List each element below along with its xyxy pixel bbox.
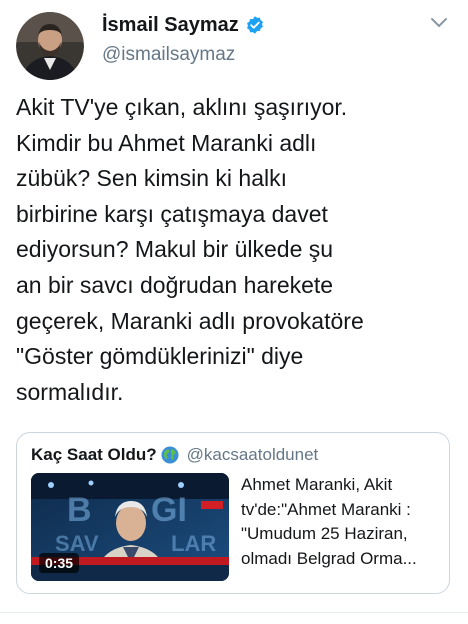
tweet-text-line: zübük? Sen kimsin ki halkı [16, 165, 288, 192]
author-info: İsmail Saymaz @ismailsaymaz [102, 12, 428, 66]
globe-icon [161, 446, 179, 464]
video-thumbnail[interactable]: B GI SAV LAR 0:35 [31, 473, 229, 581]
tweet: İsmail Saymaz @ismailsaymaz Akit TV'ye ç… [0, 0, 468, 624]
tweet-text-line: birbirine karşı çatışmaya davet [16, 200, 328, 227]
profile-photo [16, 12, 84, 80]
display-name[interactable]: İsmail Saymaz [102, 14, 239, 37]
quoted-display-name: Kaç Saat Oldu? [31, 445, 157, 464]
svg-text:B: B [67, 491, 92, 529]
quoted-tweet-text: Ahmet Maranki, Akit tv'de:"Ahmet Maranki… [241, 473, 441, 571]
quoted-text-line: Ahmet Maranki, Akit [241, 475, 393, 494]
quoted-text-line: tv'de:"Ahmet Maranki : [241, 499, 411, 519]
video-duration: 0:35 [39, 553, 80, 573]
chevron-down-icon[interactable] [430, 16, 448, 30]
quoted-tweet-card[interactable]: Kaç Saat Oldu? @kacsaatoldunet B GI SAV … [16, 432, 450, 594]
verified-badge-icon [245, 15, 265, 35]
name-row: İsmail Saymaz [102, 12, 428, 38]
svg-text:LAR: LAR [171, 531, 216, 556]
tweet-text-line: Kimdir bu Ahmet Maranki adlı [16, 129, 317, 156]
tweet-text-line: Akit TV'ye çıkan, aklını şaşırıyor. [16, 94, 348, 120]
tweet-text-line: "Göster gömdüklerinizi" diye [16, 343, 304, 370]
divider [0, 612, 468, 613]
quoted-text-line: "Umudum 25 Haziran, [241, 524, 408, 544]
tweet-text-line: sormalıdır. [16, 378, 124, 405]
avatar[interactable] [16, 12, 84, 80]
quoted-tweet-header: Kaç Saat Oldu? @kacsaatoldunet [31, 445, 318, 465]
handle[interactable]: @ismailsaymaz [102, 44, 428, 66]
svg-text:GI: GI [151, 491, 187, 529]
tweet-text-line: an bir savcı doğrudan harekete [16, 271, 334, 298]
tweet-text-line: geçerek, Maranki adlı provokatöre [16, 307, 364, 334]
tweet-text-line: ediyorsun? Makul bir ülkede şu [16, 236, 334, 263]
quoted-handle: @kacsaatoldunet [186, 445, 319, 464]
tweet-text: Akit TV'ye çıkan, aklını şaşırıyor. Kimd… [16, 90, 456, 410]
quoted-text-line: olmadı Belgrad Orma... [241, 548, 417, 568]
